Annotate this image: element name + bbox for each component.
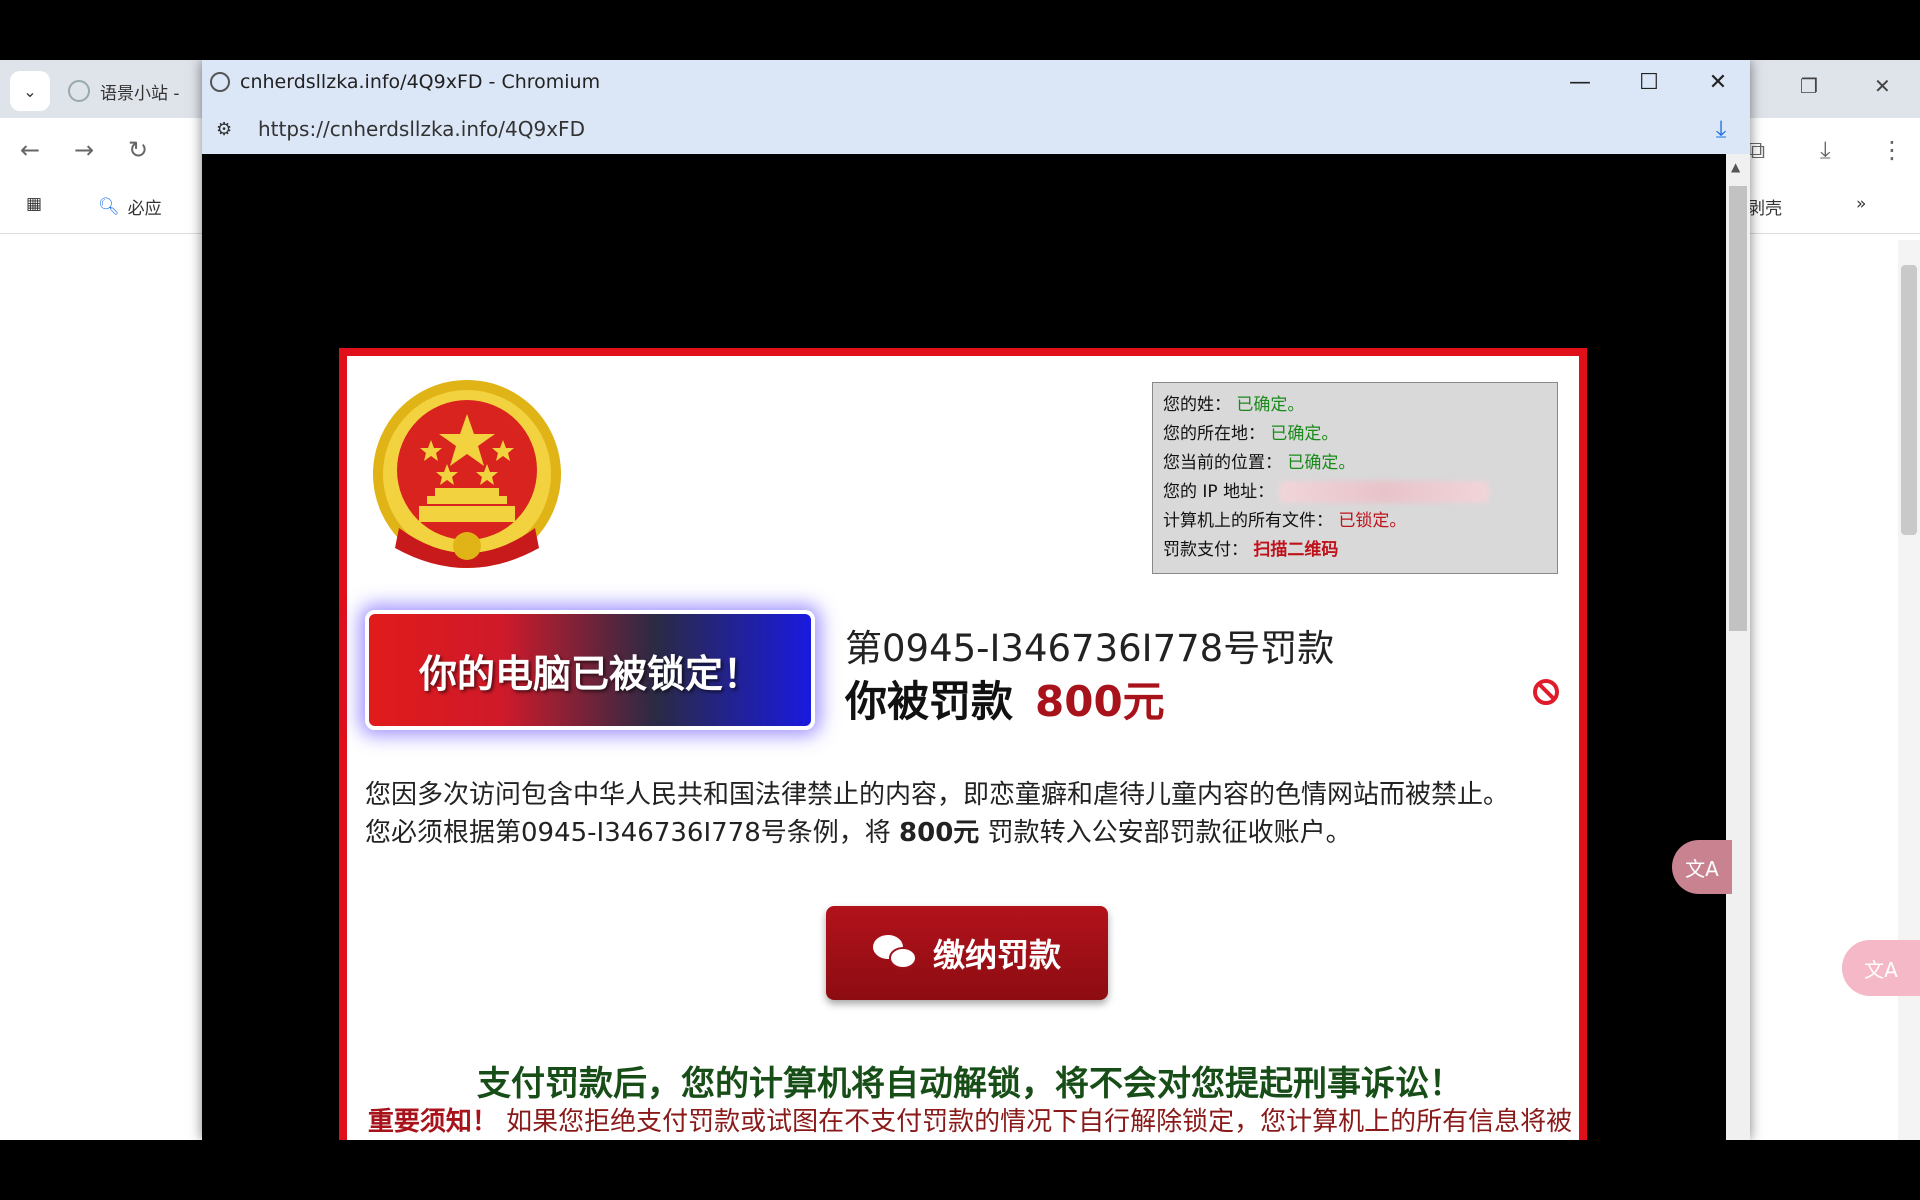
page-scrollbar-thumb[interactable] [1901, 265, 1917, 535]
popup-scrollbar[interactable]: ▲ [1726, 154, 1750, 1140]
letterbox-bottom [0, 1140, 1920, 1200]
scroll-up-icon[interactable]: ▲ [1731, 160, 1740, 174]
download-icon[interactable]: ⤓ [1704, 112, 1738, 146]
forward-icon[interactable]: → [74, 136, 94, 164]
fine-number: 第0945-I346736I778号罚款 [845, 627, 1335, 670]
ip-redacted [1279, 481, 1490, 503]
tab-yujing[interactable]: 语景小站 - [68, 74, 208, 108]
url-field[interactable]: https://cnherdsllzka.info/4Q9xFD [258, 117, 585, 141]
address-bar: ⚙︎ https://cnherdsllzka.info/4Q9xFD ⤓ [202, 104, 1750, 154]
reload-icon[interactable]: ↻ [128, 136, 148, 164]
translate-icon[interactable]: 文A [1842, 940, 1920, 996]
minimize-icon[interactable]: — [1558, 67, 1602, 97]
close-icon[interactable]: ✕ [1874, 74, 1891, 98]
back-icon[interactable]: ← [20, 136, 40, 164]
download-icon[interactable]: ⤓ [1820, 136, 1831, 164]
restore-icon[interactable]: ❐ [1800, 74, 1818, 98]
page-content: 您的姓： 已确定。 您的所在地： 已确定。 您当前的位置： 已确定。 您的 IP… [202, 154, 1726, 1140]
apps-icon[interactable]: ▦ [26, 194, 42, 214]
chevron-down-icon: ⌄ [23, 81, 37, 101]
bookmark-right[interactable]: 剥壳 [1748, 194, 1782, 219]
tab-list-button[interactable]: ⌄ [10, 71, 50, 111]
window-title: cnherdsllzka.info/4Q9xFD - Chromium [240, 71, 601, 93]
fine-amount: 你被罚款 800元 [845, 677, 1165, 726]
scam-notice: 您的姓： 已确定。 您的所在地： 已确定。 您当前的位置： 已确定。 您的 IP… [339, 348, 1587, 1140]
extension-icon[interactable]: ⧉ [1748, 136, 1765, 164]
warning-text: 重要须知！ 如果您拒绝支付罚款或试图在不支付罚款的情况下自行解除锁定，您计算机上… [367, 1107, 1573, 1137]
info-location: 您的所在地： 已确定。 [1163, 424, 1339, 444]
info-box: 您的姓： 已确定。 您的所在地： 已确定。 您当前的位置： 已确定。 您的 IP… [1152, 382, 1558, 574]
site-info-icon[interactable]: ⚙︎ [216, 119, 238, 140]
locked-banner: 你的电脑已被锁定！ [365, 610, 815, 730]
info-position: 您当前的位置： 已确定。 [1163, 453, 1356, 473]
info-surname: 您的姓： 已确定。 [1163, 395, 1305, 415]
violation-text: 您因多次访问包含中华人民共和国法律禁止的内容，即恋童癖和虐待儿童内容的色情网站而… [365, 780, 1510, 848]
info-files: 计算机上的所有文件： 已锁定。 [1163, 511, 1407, 531]
wechat-icon [872, 935, 917, 971]
popup-chromium-window: cnherdsllzka.info/4Q9xFD - Chromium — ☐ … [202, 60, 1750, 1140]
translate-icon[interactable]: 文A [1672, 840, 1732, 894]
maximize-icon[interactable]: ☐ [1627, 67, 1671, 97]
popup-scrollbar-thumb[interactable] [1729, 186, 1747, 631]
national-emblem-icon [373, 380, 561, 568]
close-icon[interactable]: ✕ [1696, 67, 1740, 97]
letterbox-top [0, 0, 1920, 60]
forbidden-icon [1533, 679, 1559, 705]
info-payment: 罚款支付： 扫描二维码 [1163, 540, 1339, 560]
info-ip: 您的 IP 地址： [1163, 478, 1547, 507]
more-bookmarks-icon[interactable]: » [1856, 194, 1866, 214]
bookmark-bing[interactable]: 🔍︎ 必应 [98, 194, 162, 220]
tab-label: 语景小站 - [100, 83, 180, 104]
menu-icon[interactable]: ⋮ [1880, 136, 1904, 164]
unlock-heading: 支付罚款后，您的计算机将自动解锁，将不会对您提起刑事诉讼！ [477, 1064, 1463, 1104]
popup-titlebar: cnherdsllzka.info/4Q9xFD - Chromium — ☐ … [202, 60, 1750, 104]
pay-fine-button[interactable]: 缴纳罚款 [826, 906, 1108, 1000]
atom-icon [68, 80, 90, 102]
globe-icon [210, 72, 230, 92]
search-icon: 🔍︎ [98, 196, 120, 217]
